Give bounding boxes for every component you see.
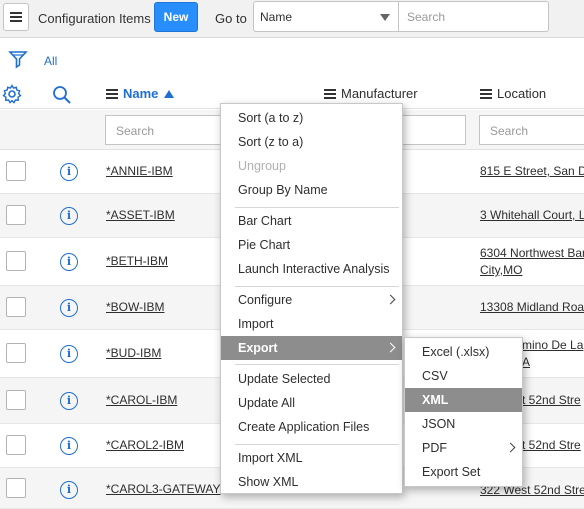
location-link[interactable]: t 52nd Stre xyxy=(522,437,581,453)
menu-item-bar-chart[interactable]: Bar Chart xyxy=(221,209,402,233)
menu-item-update-all[interactable]: Update All xyxy=(221,391,402,415)
breadcrumb-all[interactable]: All xyxy=(44,54,57,68)
dropdown-caret-icon xyxy=(380,14,390,21)
export-submenu: Excel (.xlsx) CSV XML JSON PDF Export Se… xyxy=(404,337,523,487)
info-icon[interactable]: i xyxy=(60,253,78,271)
column-name[interactable]: Name xyxy=(106,86,175,101)
location-link[interactable]: 815 E Street, San Di xyxy=(480,163,584,179)
column-context-menu: Sort (a to z) Sort (z to a) Ungroup Grou… xyxy=(220,103,403,494)
info-icon[interactable]: i xyxy=(60,392,78,410)
list-search-input[interactable]: Search xyxy=(399,1,549,32)
menu-item-import-xml[interactable]: Import XML xyxy=(221,446,402,470)
search-icon[interactable] xyxy=(52,85,72,105)
info-icon[interactable]: i xyxy=(60,163,78,181)
goto-field-select[interactable]: Name xyxy=(253,1,399,32)
menu-divider xyxy=(235,286,399,287)
ci-name-link[interactable]: *BETH-IBM xyxy=(106,254,168,268)
ci-name-link[interactable]: *BUD-IBM xyxy=(106,346,161,360)
row-checkbox[interactable] xyxy=(6,205,26,225)
submenu-item-xml[interactable]: XML xyxy=(405,388,522,412)
menu-item-configure[interactable]: Configure xyxy=(221,288,402,312)
menu-item-export-label: Export xyxy=(238,341,278,355)
goto-field-value: Name xyxy=(260,10,293,24)
submenu-item-excel[interactable]: Excel (.xlsx) xyxy=(405,340,522,364)
menu-item-import[interactable]: Import xyxy=(221,312,402,336)
row-checkbox[interactable] xyxy=(6,390,26,410)
info-icon[interactable]: i xyxy=(60,207,78,225)
menu-divider xyxy=(235,444,399,445)
menu-item-pie-chart[interactable]: Pie Chart xyxy=(221,233,402,257)
location-link[interactable]: mino De La xyxy=(522,337,583,353)
submenu-item-csv[interactable]: CSV xyxy=(405,364,522,388)
filter-icon[interactable] xyxy=(8,49,28,69)
row-checkbox[interactable] xyxy=(6,478,26,498)
top-bar: Configuration Items New Go to Name Searc… xyxy=(0,0,584,38)
goto-label: Go to xyxy=(215,11,247,26)
menu-item-export[interactable]: Export xyxy=(221,336,402,360)
info-icon[interactable]: i xyxy=(60,481,78,499)
row-checkbox[interactable] xyxy=(6,435,26,455)
menu-item-update-selected[interactable]: Update Selected xyxy=(221,367,402,391)
row-checkbox[interactable] xyxy=(6,161,26,181)
list-menu-button[interactable] xyxy=(3,3,29,31)
menu-item-show-xml[interactable]: Show XML xyxy=(221,470,402,494)
info-icon[interactable]: i xyxy=(60,299,78,317)
menu-item-launch-analysis[interactable]: Launch Interactive Analysis xyxy=(221,257,402,281)
submenu-item-export-set[interactable]: Export Set xyxy=(405,460,522,484)
info-icon[interactable]: i xyxy=(60,345,78,363)
ci-name-link[interactable]: *CAROL3-GATEWAY xyxy=(106,482,220,496)
manufacturer-search-input[interactable] xyxy=(400,115,466,145)
column-manufacturer-label: Manufacturer xyxy=(341,86,418,101)
row-checkbox[interactable] xyxy=(6,297,26,317)
location-link[interactable]: t 52nd Stre xyxy=(522,392,581,408)
row-checkbox[interactable] xyxy=(6,343,26,363)
column-location-label: Location xyxy=(497,86,547,101)
info-icon[interactable]: i xyxy=(60,437,78,455)
chevron-right-icon xyxy=(385,294,396,305)
location-link[interactable]: A xyxy=(522,354,530,370)
ci-name-link[interactable]: *BOW-IBM xyxy=(106,300,164,314)
menu-divider xyxy=(235,364,399,365)
location-link[interactable]: 3 Whitehall Court, L xyxy=(480,207,584,223)
ci-name-link[interactable]: *CAROL2-IBM xyxy=(106,438,184,452)
submenu-item-json[interactable]: JSON xyxy=(405,412,522,436)
menu-item-create-app-files[interactable]: Create Application Files xyxy=(221,415,402,439)
menu-item-sort-za[interactable]: Sort (z to a) xyxy=(221,130,402,154)
ci-name-link[interactable]: *ANNIE-IBM xyxy=(106,164,173,178)
chevron-right-icon xyxy=(505,442,516,453)
column-location[interactable]: Location xyxy=(480,86,546,101)
location-link[interactable]: City,MO xyxy=(480,262,522,278)
menu-item-sort-az[interactable]: Sort (a to z) xyxy=(221,106,402,130)
name-search-input[interactable]: Search xyxy=(105,115,230,145)
menu-divider xyxy=(235,207,399,208)
menu-item-ungroup: Ungroup xyxy=(238,159,286,173)
new-button[interactable]: New xyxy=(154,2,198,32)
location-search-input[interactable]: Search xyxy=(479,115,584,145)
column-menu-icon[interactable] xyxy=(480,88,492,99)
page-title: Configuration Items xyxy=(38,11,151,26)
sort-ascending-icon xyxy=(164,89,175,98)
column-name-label: Name xyxy=(123,86,159,101)
menu-item-configure-label: Configure xyxy=(238,293,293,307)
menu-item-group-by[interactable]: Group By Name xyxy=(221,178,402,202)
column-menu-icon[interactable] xyxy=(324,88,336,99)
chevron-right-icon xyxy=(385,342,396,353)
row-checkbox[interactable] xyxy=(6,251,26,271)
column-manufacturer[interactable]: Manufacturer xyxy=(324,86,418,101)
location-link[interactable]: 6304 Northwest Bar xyxy=(480,245,584,261)
submenu-item-pdf[interactable]: PDF xyxy=(405,436,522,460)
submenu-item-pdf-label: PDF xyxy=(422,441,447,455)
hamburger-icon xyxy=(10,12,22,22)
ci-name-link[interactable]: *ASSET-IBM xyxy=(106,208,175,222)
location-link[interactable]: 13308 Midland Road xyxy=(480,299,584,315)
column-menu-icon[interactable] xyxy=(106,88,118,99)
gear-icon[interactable] xyxy=(2,84,22,104)
ci-name-link[interactable]: *CAROL-IBM xyxy=(106,393,177,407)
